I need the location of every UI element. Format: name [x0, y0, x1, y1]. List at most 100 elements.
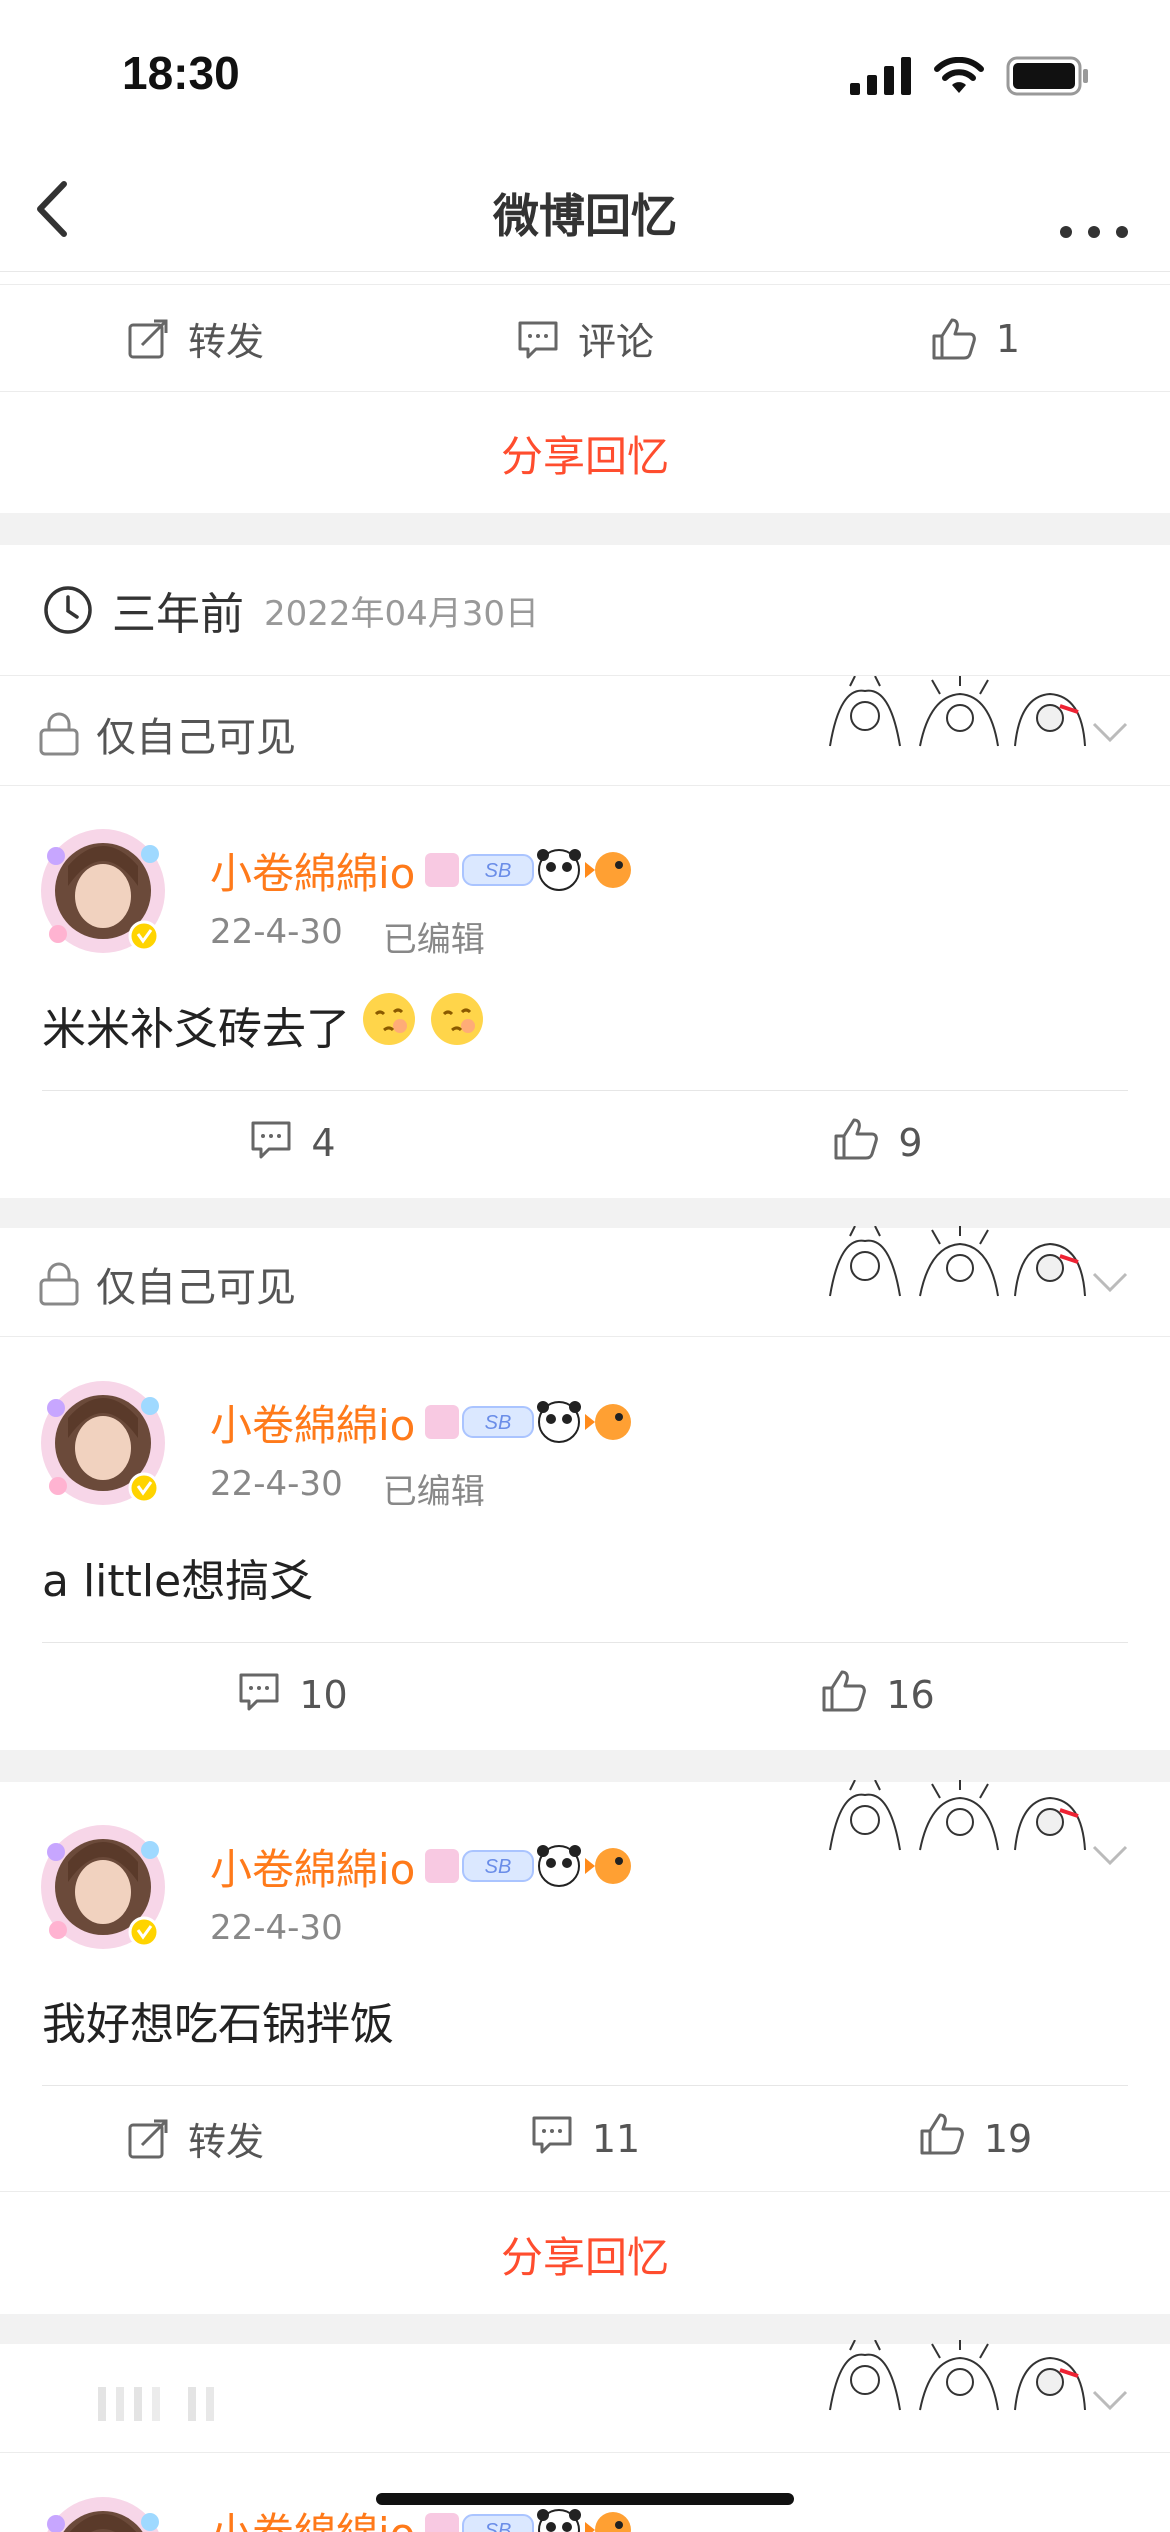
comment-button[interactable]: 10	[0, 1642, 585, 1748]
shy-emoji-icon	[428, 990, 486, 1059]
divider	[0, 785, 1170, 786]
user-name[interactable]: 小卷綿綿io	[210, 1836, 415, 1897]
user-name[interactable]: 小卷綿綿io	[210, 1392, 415, 1453]
nav-bar: 微博回忆	[0, 150, 1170, 272]
post-text-content: a little想搞爻	[42, 1556, 314, 1607]
like-count: 16	[886, 1673, 935, 1717]
repost-icon	[128, 319, 168, 358]
wifi-icon	[934, 57, 984, 93]
post-text: 米米补爻砖去了	[42, 990, 486, 1059]
avatar[interactable]	[38, 2494, 168, 2532]
user-badges: SB	[423, 1841, 643, 1893]
post-action-bar: 转发 评论 1	[0, 286, 1170, 392]
comment-count: 4	[311, 1121, 336, 1165]
comment-count: 11	[591, 2116, 641, 2161]
repost-label: 转发	[187, 2120, 264, 2164]
svg-text:SB: SB	[485, 1412, 512, 1434]
visibility-label: 仅自己可见	[96, 715, 296, 761]
post-text-content: 我好想吃石锅拌饭	[42, 1999, 394, 2050]
decorative-sticker-strip	[820, 1780, 1090, 1862]
blurred-text-placeholder	[98, 2387, 214, 2421]
like-button[interactable]: 1	[780, 286, 1170, 391]
comment-icon	[518, 321, 558, 358]
share-memory-button[interactable]: 分享回忆	[0, 393, 1170, 513]
lock-icon	[39, 1262, 79, 1306]
shy-emoji-icon	[360, 990, 418, 1059]
comment-icon	[530, 2112, 574, 2165]
chevron-down-icon[interactable]	[1090, 2388, 1130, 2412]
svg-text:SB: SB	[485, 860, 512, 882]
comment-button[interactable]: 评论	[390, 286, 780, 391]
post-action-bar: 转发 11 19	[0, 2086, 1170, 2192]
home-indicator	[376, 2493, 794, 2505]
section-gap	[0, 1198, 1170, 1228]
post-date: 22-4-30	[210, 912, 343, 952]
share-memory-button[interactable]: 分享回忆	[0, 2194, 1170, 2314]
chevron-down-icon[interactable]	[1090, 720, 1130, 744]
edited-label: 已编辑	[382, 1472, 485, 1512]
post-date: 22-4-30	[210, 1464, 343, 1504]
repost-button[interactable]: 转发	[0, 286, 390, 391]
memory-date-header: 三年前 2022年04月30日	[0, 545, 1170, 675]
status-icons	[850, 56, 1090, 96]
section-gap	[0, 513, 1170, 545]
post-date: 22-4-30	[210, 1908, 343, 1948]
like-icon	[932, 318, 976, 359]
user-badges: SB	[423, 845, 643, 897]
more-icon[interactable]	[1054, 176, 1134, 246]
user-row: 小卷綿綿io SB	[210, 1836, 643, 1897]
decorative-sticker-strip	[820, 2340, 1090, 2422]
like-button[interactable]: 19	[780, 2086, 1170, 2191]
full-date: 2022年04月30日	[264, 593, 540, 634]
post-meta: 22-4-30 已编辑	[210, 1464, 485, 1513]
divider	[0, 2452, 1170, 2453]
comment-button[interactable]: 4	[0, 1090, 585, 1196]
decorative-sticker-strip	[820, 676, 1090, 758]
decorative-sticker-strip	[820, 1226, 1090, 1308]
like-icon	[832, 1116, 880, 1171]
lock-icon	[39, 712, 79, 756]
user-badges: SB	[423, 1397, 643, 1449]
user-badges: SB	[423, 2505, 643, 2532]
comment-button[interactable]: 11	[390, 2086, 780, 2191]
visibility-label: 仅自己可见	[96, 1265, 296, 1311]
like-button[interactable]: 9	[585, 1090, 1170, 1196]
divider	[0, 284, 1170, 285]
like-icon	[918, 2111, 966, 2166]
repost-icon	[128, 2119, 168, 2158]
repost-label: 转发	[187, 320, 264, 364]
post-meta: 22-4-30	[210, 1908, 343, 1948]
comment-icon	[237, 1669, 281, 1722]
edited-label: 已编辑	[382, 920, 485, 960]
user-row: 小卷綿綿io SB	[210, 1392, 643, 1453]
page-title: 微博回忆	[493, 189, 677, 243]
avatar[interactable]	[38, 1822, 168, 1952]
like-button[interactable]: 16	[585, 1642, 1170, 1748]
repost-button[interactable]: 转发	[0, 2086, 390, 2191]
post-text: 我好想吃石锅拌饭	[42, 1988, 394, 2052]
like-count: 9	[898, 1121, 923, 1165]
status-time: 18:30	[122, 47, 240, 99]
signal-icon	[850, 57, 911, 95]
avatar[interactable]	[38, 1378, 168, 1508]
chevron-down-icon[interactable]	[1090, 1270, 1130, 1294]
like-count: 1	[995, 316, 1021, 361]
post-text-content: 米米补爻砖去了	[42, 1003, 350, 1055]
section-gap	[0, 1750, 1170, 1782]
avatar[interactable]	[38, 826, 168, 956]
post-text: a little想搞爻	[42, 1545, 313, 1609]
svg-text:SB: SB	[485, 1856, 512, 1878]
user-name[interactable]: 小卷綿綿io	[210, 840, 415, 901]
user-row: 小卷綿綿io SB	[210, 840, 643, 901]
post-action-bar: 10 16	[0, 1642, 1170, 1748]
like-count: 19	[983, 2116, 1033, 2161]
post-action-bar: 4 9	[0, 1090, 1170, 1196]
comment-count: 10	[299, 1673, 348, 1717]
post-meta: 22-4-30 已编辑	[210, 912, 485, 961]
clock-icon	[44, 586, 92, 634]
comment-label: 评论	[577, 320, 654, 364]
status-bar: 18:30	[0, 0, 1170, 150]
chevron-down-icon[interactable]	[1090, 1843, 1130, 1867]
svg-text:SB: SB	[485, 2520, 512, 2532]
comment-icon	[249, 1117, 293, 1170]
